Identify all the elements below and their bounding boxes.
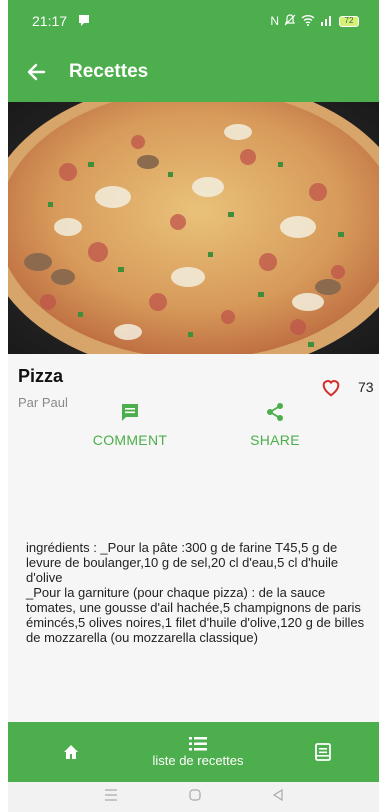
- home-system-icon[interactable]: [188, 788, 201, 806]
- nav-my-recipes[interactable]: [298, 722, 348, 782]
- back-system-icon[interactable]: [272, 788, 284, 806]
- recipe-image: [8, 102, 379, 354]
- heart-icon: [322, 380, 340, 397]
- nfc-icon: N: [270, 14, 279, 28]
- battery-icon: 72: [339, 15, 359, 27]
- comment-icon: [122, 404, 138, 421]
- share-icon: [267, 403, 283, 421]
- app-bar: Recettes: [8, 42, 379, 102]
- share-label: SHARE: [250, 432, 300, 448]
- like-button[interactable]: [320, 376, 342, 398]
- signal-icon: [320, 14, 334, 29]
- system-nav-bar: [8, 782, 379, 812]
- like-count: 73: [358, 379, 374, 395]
- bottom-nav: liste de recettes: [8, 722, 379, 782]
- nav-home[interactable]: [46, 722, 96, 782]
- pizza-photo: [8, 102, 379, 354]
- notification-icon: [77, 13, 91, 30]
- wifi-icon: [301, 14, 315, 29]
- comment-button[interactable]: COMMENT: [85, 402, 175, 448]
- recent-apps-icon[interactable]: [104, 788, 118, 806]
- recipe-author: Par Paul: [18, 395, 68, 410]
- recipe-title: Pizza: [18, 366, 64, 386]
- nav-recipe-list[interactable]: liste de recettes: [128, 722, 268, 782]
- book-icon: [315, 743, 331, 761]
- status-time: 21:17: [32, 13, 68, 29]
- comment-label: COMMENT: [92, 432, 168, 448]
- home-icon: [64, 745, 78, 759]
- share-button[interactable]: SHARE: [230, 402, 320, 448]
- nav-list-label: liste de recettes: [152, 752, 244, 768]
- list-icon: [189, 736, 207, 750]
- status-bar: 21:17 N 72: [8, 0, 379, 42]
- recipe-details: Pizza Par Paul 73 COMMENT SHARE ingrédie…: [8, 354, 379, 722]
- back-button[interactable]: [8, 42, 64, 102]
- arrow-left-icon: [27, 63, 46, 81]
- mute-icon: [284, 13, 296, 29]
- page-title: Recettes: [69, 61, 149, 82]
- ingredients-text: ingrédients : _Pour la pâte :300 g de fa…: [26, 540, 365, 645]
